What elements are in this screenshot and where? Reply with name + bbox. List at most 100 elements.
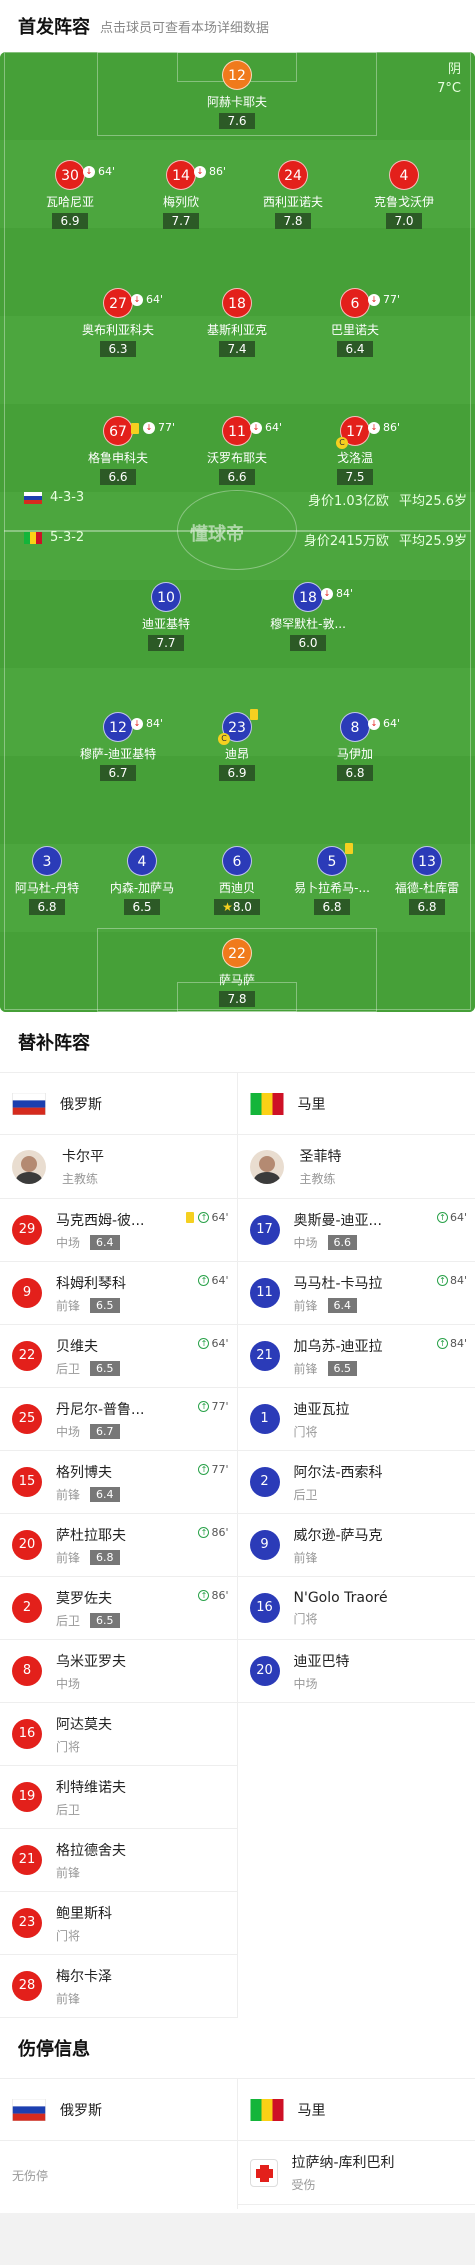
sub-off-marker: ↓64' bbox=[83, 157, 115, 187]
player-number: 2 bbox=[250, 1467, 280, 1497]
sub-player-row[interactable]: 22贝维夫后卫6.5↑64' bbox=[0, 1325, 237, 1388]
mali-coach[interactable]: 圣菲特主教练 bbox=[238, 1135, 475, 1199]
player-rating: 6.4 bbox=[337, 341, 372, 357]
player-mali-gk[interactable]: 22 萨马萨 7.8 bbox=[177, 938, 297, 1007]
sub-on-marker: ↑84' bbox=[437, 1337, 467, 1350]
sub-player-row[interactable]: 21格拉德舍夫前锋 bbox=[0, 1829, 237, 1892]
russia-team-header[interactable]: 俄罗斯 bbox=[0, 2079, 237, 2141]
player-number: 14↓86' bbox=[166, 160, 196, 190]
player-russia-def[interactable]: 30↓64' 瓦哈尼亚 6.9 bbox=[10, 160, 130, 229]
mali-team-header[interactable]: 马里 bbox=[238, 2079, 475, 2141]
mali-info: 身价2415万欧 平均25.9岁 bbox=[304, 530, 467, 549]
mali-formation: 5-3-2 bbox=[50, 530, 84, 545]
player-russia-mid[interactable]: 27↓64' 奥布利亚科夫 6.3 bbox=[58, 288, 178, 357]
sub-player-row[interactable]: 11马马杜-卡马拉前锋6.4↑84' bbox=[238, 1262, 475, 1325]
sub-player-row[interactable]: 21加乌苏-迪亚拉前锋6.5↑84' bbox=[238, 1325, 475, 1388]
player-number: 29 bbox=[12, 1215, 42, 1245]
player-rating: 6.5 bbox=[90, 1361, 120, 1376]
player-rating: 6.4 bbox=[90, 1235, 120, 1250]
sub-off-icon: ↓ bbox=[368, 422, 380, 434]
player-name: 莫罗佐夫 bbox=[56, 1588, 120, 1608]
player-russia-fwd[interactable]: 11↓64' 沃罗布耶夫 6.6 bbox=[177, 416, 297, 485]
mali-subs-list: 17奥斯曼-迪亚...中场6.6↑64'11马马杜-卡马拉前锋6.4↑84'21… bbox=[238, 1199, 475, 1703]
player-name: 迪亚巴特 bbox=[294, 1651, 350, 1671]
team-name: 马里 bbox=[298, 2100, 326, 2120]
player-russia-fwd[interactable]: 17C↓86' 戈洛温 7.5 bbox=[295, 416, 415, 485]
medical-cross-icon bbox=[250, 2159, 278, 2187]
coach-name: 卡尔平 bbox=[62, 1146, 104, 1166]
sub-player-row[interactable]: 17奥斯曼-迪亚...中场6.6↑64' bbox=[238, 1199, 475, 1262]
sub-player-row[interactable]: 25丹尼尔-普鲁...中场6.7↑77' bbox=[0, 1388, 237, 1451]
sub-player-row[interactable]: 19利特维诺夫后卫 bbox=[0, 1766, 237, 1829]
russia-info: 身价1.03亿欧 平均25.6岁 bbox=[308, 490, 467, 509]
injury-section-title: 伤停信息 bbox=[0, 2018, 475, 2078]
player-number: 6 bbox=[222, 846, 252, 876]
player-position: 中场 bbox=[56, 1675, 80, 1692]
sub-time: 77' bbox=[211, 1463, 228, 1476]
player-number: 4 bbox=[127, 846, 157, 876]
sub-time: 64' bbox=[211, 1211, 228, 1224]
player-number: 6↓77' bbox=[340, 288, 370, 318]
injured-player[interactable]: 拉萨纳-库利巴利受伤 bbox=[238, 2141, 475, 2205]
player-russia-def[interactable]: 14↓86' 梅列欣 7.7 bbox=[121, 160, 241, 229]
player-mali-mid[interactable]: 23C 迪昂 6.9 bbox=[177, 712, 297, 781]
sub-player-row[interactable]: 16阿达莫夫门将 bbox=[0, 1703, 237, 1766]
sub-player-row[interactable]: 1迪亚瓦拉门将 bbox=[238, 1388, 475, 1451]
player-name: 西利亚诺夫 bbox=[233, 193, 353, 210]
sub-on-icon: ↑ bbox=[198, 1590, 209, 1601]
sub-off-marker: ↓86' bbox=[194, 157, 226, 187]
player-number: 16 bbox=[12, 1719, 42, 1749]
sub-player-row[interactable]: 9科姆利琴科前锋6.5↑64' bbox=[0, 1262, 237, 1325]
page-subtitle: 点击球员可查看本场详细数据 bbox=[100, 17, 269, 36]
player-name: 格拉德舍夫 bbox=[56, 1840, 126, 1860]
mali-team-header[interactable]: 马里 bbox=[238, 1073, 475, 1135]
player-name: 基斯利亚克 bbox=[177, 321, 297, 338]
player-number: 23C bbox=[222, 712, 252, 742]
player-number: 12 bbox=[222, 60, 252, 90]
russia-team-header[interactable]: 俄罗斯 bbox=[0, 1073, 237, 1135]
player-rating: 6.3 bbox=[100, 341, 135, 357]
player-number: 8 bbox=[12, 1656, 42, 1686]
sub-player-row[interactable]: 20萨杜拉耶夫前锋6.8↑86' bbox=[0, 1514, 237, 1577]
player-mali-mid[interactable]: 12↓84' 穆萨-迪亚基特 6.7 bbox=[58, 712, 178, 781]
player-name: 马克西姆-彼... bbox=[56, 1210, 144, 1230]
weather-condition: 阴 bbox=[437, 60, 461, 79]
sub-player-row[interactable]: 8乌米亚罗夫中场 bbox=[0, 1640, 237, 1703]
sub-player-row[interactable]: 9威尔逊-萨马克前锋 bbox=[238, 1514, 475, 1577]
player-number: 67↓77' bbox=[103, 416, 133, 446]
sub-player-row[interactable]: 20迪亚巴特中场 bbox=[238, 1640, 475, 1703]
captain-badge: C bbox=[218, 733, 230, 745]
sub-off-marker: ↓64' bbox=[131, 285, 163, 315]
player-russia-def[interactable]: 4 克鲁戈沃伊 7.0 bbox=[344, 160, 464, 229]
player-number: 21 bbox=[250, 1341, 280, 1371]
player-rating: 6.6 bbox=[328, 1235, 358, 1250]
sub-time: 64' bbox=[450, 1211, 467, 1224]
player-russia-def[interactable]: 24 西利亚诺夫 7.8 bbox=[233, 160, 353, 229]
player-mali-fwd[interactable]: 18↓84' 穆罕默杜-敦... 6.0 bbox=[248, 582, 368, 651]
player-mali-fwd[interactable]: 10 迪亚基特 7.7 bbox=[106, 582, 226, 651]
player-russia-mid[interactable]: 18 基斯利亚克 7.4 bbox=[177, 288, 297, 357]
sub-player-row[interactable]: 2莫罗佐夫后卫6.5↑86' bbox=[0, 1577, 237, 1640]
player-name: 拉萨纳-库利巴利 bbox=[292, 2152, 395, 2172]
player-position: 中场 bbox=[56, 1234, 80, 1251]
player-russia-fwd[interactable]: 67↓77' 格鲁申科夫 6.6 bbox=[58, 416, 178, 485]
player-mali-mid[interactable]: 8↓64' 马伊加 6.8 bbox=[295, 712, 415, 781]
sub-player-row[interactable]: 2阿尔法-西索科后卫 bbox=[238, 1451, 475, 1514]
sub-off-icon: ↓ bbox=[321, 588, 333, 600]
sub-player-row[interactable]: 28梅尔卡泽前锋 bbox=[0, 1955, 237, 2018]
player-rating: 6.8 bbox=[409, 899, 444, 915]
player-mali-def[interactable]: 13 福德-杜库雷 6.8 bbox=[367, 846, 475, 915]
russia-flag-icon bbox=[12, 2099, 46, 2121]
player-position: 中场 bbox=[56, 1423, 80, 1440]
russia-coach[interactable]: 卡尔平主教练 bbox=[0, 1135, 237, 1199]
sub-player-row[interactable]: 15格列博夫前锋6.4↑77' bbox=[0, 1451, 237, 1514]
player-russia-gk[interactable]: 12 阿赫卡耶夫 7.6 bbox=[177, 60, 297, 129]
player-number: 19 bbox=[12, 1782, 42, 1812]
sub-on-icon: ↑ bbox=[198, 1527, 209, 1538]
sub-player-row[interactable]: 23鲍里斯科门将 bbox=[0, 1892, 237, 1955]
sub-off-marker: ↓77' bbox=[131, 413, 175, 443]
sub-player-row[interactable]: 29马克西姆-彼...中场6.4↑64' bbox=[0, 1199, 237, 1262]
sub-player-row[interactable]: 16N'Golo Traoré门将 bbox=[238, 1577, 475, 1640]
player-rating: 6.4 bbox=[328, 1298, 358, 1313]
player-russia-mid[interactable]: 6↓77' 巴里诺夫 6.4 bbox=[295, 288, 415, 357]
